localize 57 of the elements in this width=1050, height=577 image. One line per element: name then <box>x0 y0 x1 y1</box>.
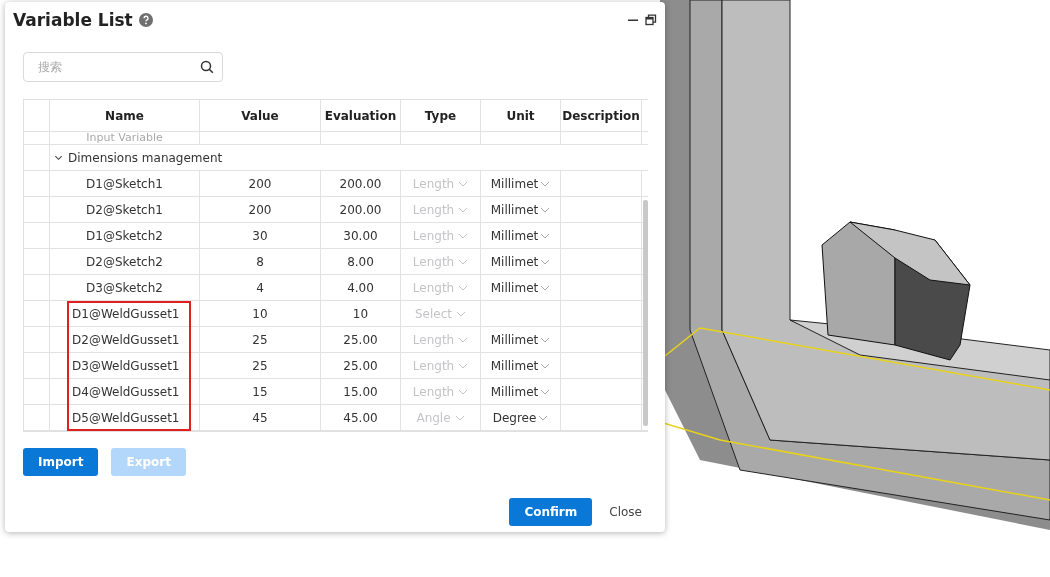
table-cell: 30.00 <box>321 223 401 248</box>
table-cell: 4.00 <box>321 275 401 300</box>
table-cell: 30 <box>200 223 321 248</box>
table-cell: 25 <box>200 327 321 352</box>
column-header: Unit <box>481 100 561 131</box>
dialog-title: Variable List <box>13 10 133 30</box>
confirm-button[interactable]: Confirm <box>509 498 593 526</box>
table-cell: 8.00 <box>321 249 401 274</box>
table-cell: D1@WeldGusset1 <box>50 301 200 326</box>
close-button[interactable]: Close <box>604 505 647 519</box>
table-cell: 200.00 <box>321 171 401 196</box>
unit-dropdown[interactable]: Millimet <box>490 280 551 295</box>
group-row[interactable]: Dimensions management <box>50 145 648 170</box>
table-cell: D3@Sketch2 <box>50 275 200 300</box>
unit-dropdown[interactable]: Millimet <box>490 254 551 269</box>
table-cell: 25.00 <box>321 327 401 352</box>
table-cell: 200 <box>200 171 321 196</box>
table-cell: 25.00 <box>321 353 401 378</box>
column-header: Type <box>401 100 481 131</box>
table-cell: 45 <box>200 405 321 430</box>
table-cell: D1@Sketch2 <box>50 223 200 248</box>
table-cell: D4@WeldGusset1 <box>50 379 200 404</box>
table-cell: D2@Sketch1 <box>50 197 200 222</box>
search-icon[interactable] <box>200 60 214 74</box>
table-cell: Input Variable <box>50 132 200 144</box>
table-cell: D2@WeldGusset1 <box>50 327 200 352</box>
help-icon[interactable] <box>138 13 153 27</box>
unit-dropdown[interactable]: Millimet <box>490 358 551 373</box>
table-cell: D3@WeldGusset1 <box>50 353 200 378</box>
table-cell: 10 <box>321 301 401 326</box>
table-cell: 200.00 <box>321 197 401 222</box>
column-header: Name <box>50 100 200 131</box>
table-cell: D2@Sketch2 <box>50 249 200 274</box>
table-cell: 15.00 <box>321 379 401 404</box>
action-button[interactable]: Import <box>23 448 99 476</box>
search-field[interactable]: 搜索 <box>23 52 223 82</box>
scrollbar[interactable] <box>643 200 648 426</box>
table-cell: D1@Sketch1 <box>50 171 200 196</box>
column-header: Description <box>561 100 642 131</box>
column-header: Evaluation <box>321 100 401 131</box>
unit-dropdown[interactable]: Millimet <box>490 332 551 347</box>
table-cell: 4 <box>200 275 321 300</box>
table-cell: 15 <box>200 379 321 404</box>
column-header: Value <box>200 100 321 131</box>
table-cell: 200 <box>200 197 321 222</box>
unit-dropdown[interactable]: Millimet <box>490 202 551 217</box>
table-cell: 45.00 <box>321 405 401 430</box>
table-cell: 8 <box>200 249 321 274</box>
restore-icon[interactable] <box>645 14 657 26</box>
table-cell: D5@WeldGusset1 <box>50 405 200 430</box>
unit-dropdown[interactable]: Degree <box>492 410 549 425</box>
unit-dropdown[interactable]: Millimet <box>490 384 551 399</box>
table-cell: 10 <box>200 301 321 326</box>
unit-dropdown[interactable]: Millimet <box>490 228 551 243</box>
unit-dropdown[interactable]: Millimet <box>490 176 551 191</box>
chevron-icon[interactable] <box>54 153 63 162</box>
table-cell: 25 <box>200 353 321 378</box>
